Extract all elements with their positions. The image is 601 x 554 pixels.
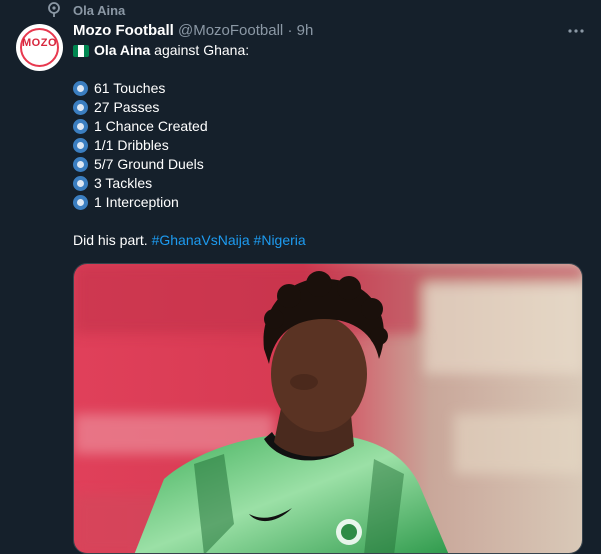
tweet-closing: Did his part. #GhanaVsNaija #Nigeria xyxy=(73,231,583,250)
blue-circle-icon xyxy=(73,138,88,153)
stat-item: 1 Chance Created xyxy=(73,117,583,136)
stat-text: 1 Chance Created xyxy=(94,118,208,134)
author-name[interactable]: Mozo Football xyxy=(73,22,174,39)
tweet-intro-bold: Ola Aina xyxy=(94,42,151,58)
stat-text: 27 Passes xyxy=(94,99,160,115)
stat-text: 5/7 Ground Duels xyxy=(94,156,204,172)
author-handle[interactable]: @MozoFootball xyxy=(178,22,283,39)
avatar[interactable]: MOZO xyxy=(16,24,63,71)
pin-icon xyxy=(47,2,61,18)
stat-item: 3 Tackles xyxy=(73,174,583,193)
blue-circle-icon xyxy=(73,195,88,210)
tweet-intro: Ola Aina against Ghana: xyxy=(73,41,583,60)
more-options-button[interactable] xyxy=(566,21,586,41)
stat-text: 61 Touches xyxy=(94,80,166,96)
hashtag-link[interactable]: #Nigeria xyxy=(254,231,306,250)
more-dots-icon xyxy=(568,29,584,33)
stat-text: 1 Interception xyxy=(94,194,179,210)
hashtag-link[interactable]: #GhanaVsNaija xyxy=(152,231,250,250)
player-photo xyxy=(74,264,582,553)
tweet-media-photo[interactable] xyxy=(73,263,583,554)
tweet-intro-text: against Ghana: xyxy=(150,42,250,58)
stat-item: 1 Interception xyxy=(73,193,583,212)
stat-item: 61 Touches xyxy=(73,79,583,98)
blue-circle-icon xyxy=(73,81,88,96)
social-context-label[interactable]: Ola Aina xyxy=(73,3,125,18)
blue-circle-icon xyxy=(73,119,88,134)
nigeria-flag-icon xyxy=(73,44,89,57)
closing-text: Did his part. xyxy=(73,232,152,248)
stat-text: 1/1 Dribbles xyxy=(94,137,169,153)
tweet-timestamp[interactable]: 9h xyxy=(297,22,314,39)
tweet-header: Mozo Football @MozoFootball · 9h xyxy=(73,22,313,42)
stat-item: 5/7 Ground Duels xyxy=(73,155,583,174)
blue-circle-icon xyxy=(73,157,88,172)
header-separator: · xyxy=(287,22,293,39)
social-context: Ola Aina xyxy=(0,0,601,22)
stat-text: 3 Tackles xyxy=(94,175,153,191)
blue-circle-icon xyxy=(73,176,88,191)
stat-item: 27 Passes xyxy=(73,98,583,117)
tweet-text: Ola Aina against Ghana: 61 Touches 27 Pa… xyxy=(73,41,583,250)
blue-circle-icon xyxy=(73,100,88,115)
avatar-logo-text: MOZO xyxy=(22,37,57,49)
stat-item: 1/1 Dribbles xyxy=(73,136,583,155)
